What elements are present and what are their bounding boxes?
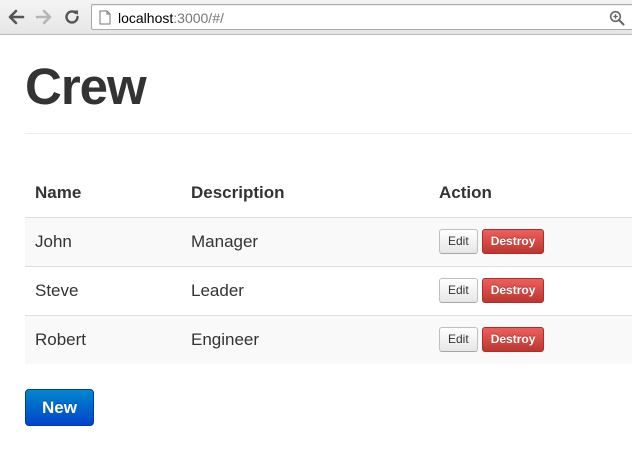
table-row: Robert Engineer Edit Destroy — [25, 314, 632, 364]
reload-icon — [65, 10, 79, 24]
column-header-name: Name — [25, 170, 181, 218]
table-row: Steve Leader Edit Destroy — [25, 265, 632, 315]
crew-table: Name Description Action John Manager Edi… — [25, 170, 632, 364]
crew-name: Steve — [25, 265, 181, 315]
edit-button[interactable]: Edit — [439, 229, 478, 254]
crew-description: Leader — [181, 265, 429, 315]
back-arrow-icon — [8, 9, 25, 25]
zoom-icon[interactable] — [609, 10, 625, 26]
url-host: localhost — [118, 10, 174, 26]
page-icon — [99, 10, 111, 25]
edit-button[interactable]: Edit — [439, 278, 478, 303]
crew-name: John — [25, 216, 181, 266]
page-title: Crew — [25, 58, 147, 115]
browser-toolbar: localhost:3000/#/ — [0, 0, 632, 35]
crew-description: Engineer — [181, 314, 429, 364]
destroy-button[interactable]: Destroy — [481, 327, 545, 353]
back-button[interactable] — [6, 7, 26, 27]
destroy-button[interactable]: Destroy — [481, 278, 545, 303]
destroy-button[interactable]: Destroy — [481, 229, 545, 254]
crew-name: Robert — [25, 314, 181, 364]
edit-button[interactable]: Edit — [439, 327, 478, 353]
forward-arrow-icon — [35, 9, 52, 25]
url-path: :3000/#/ — [173, 10, 224, 26]
row-actions: Edit Destroy — [429, 265, 632, 315]
title-divider — [25, 133, 632, 134]
new-button[interactable]: New — [25, 389, 94, 426]
row-actions: Edit Destroy — [429, 216, 632, 266]
url-text: localhost:3000/#/ — [118, 10, 224, 26]
reload-button[interactable] — [62, 7, 82, 27]
row-actions: Edit Destroy — [429, 314, 632, 364]
table-header-row: Name Description Action — [25, 170, 632, 218]
address-bar[interactable]: localhost:3000/#/ — [91, 4, 632, 30]
crew-description: Manager — [181, 216, 429, 266]
table-row: John Manager Edit Destroy — [25, 216, 632, 266]
column-header-action: Action — [429, 170, 632, 218]
forward-button[interactable] — [34, 7, 54, 27]
column-header-description: Description — [181, 170, 429, 218]
